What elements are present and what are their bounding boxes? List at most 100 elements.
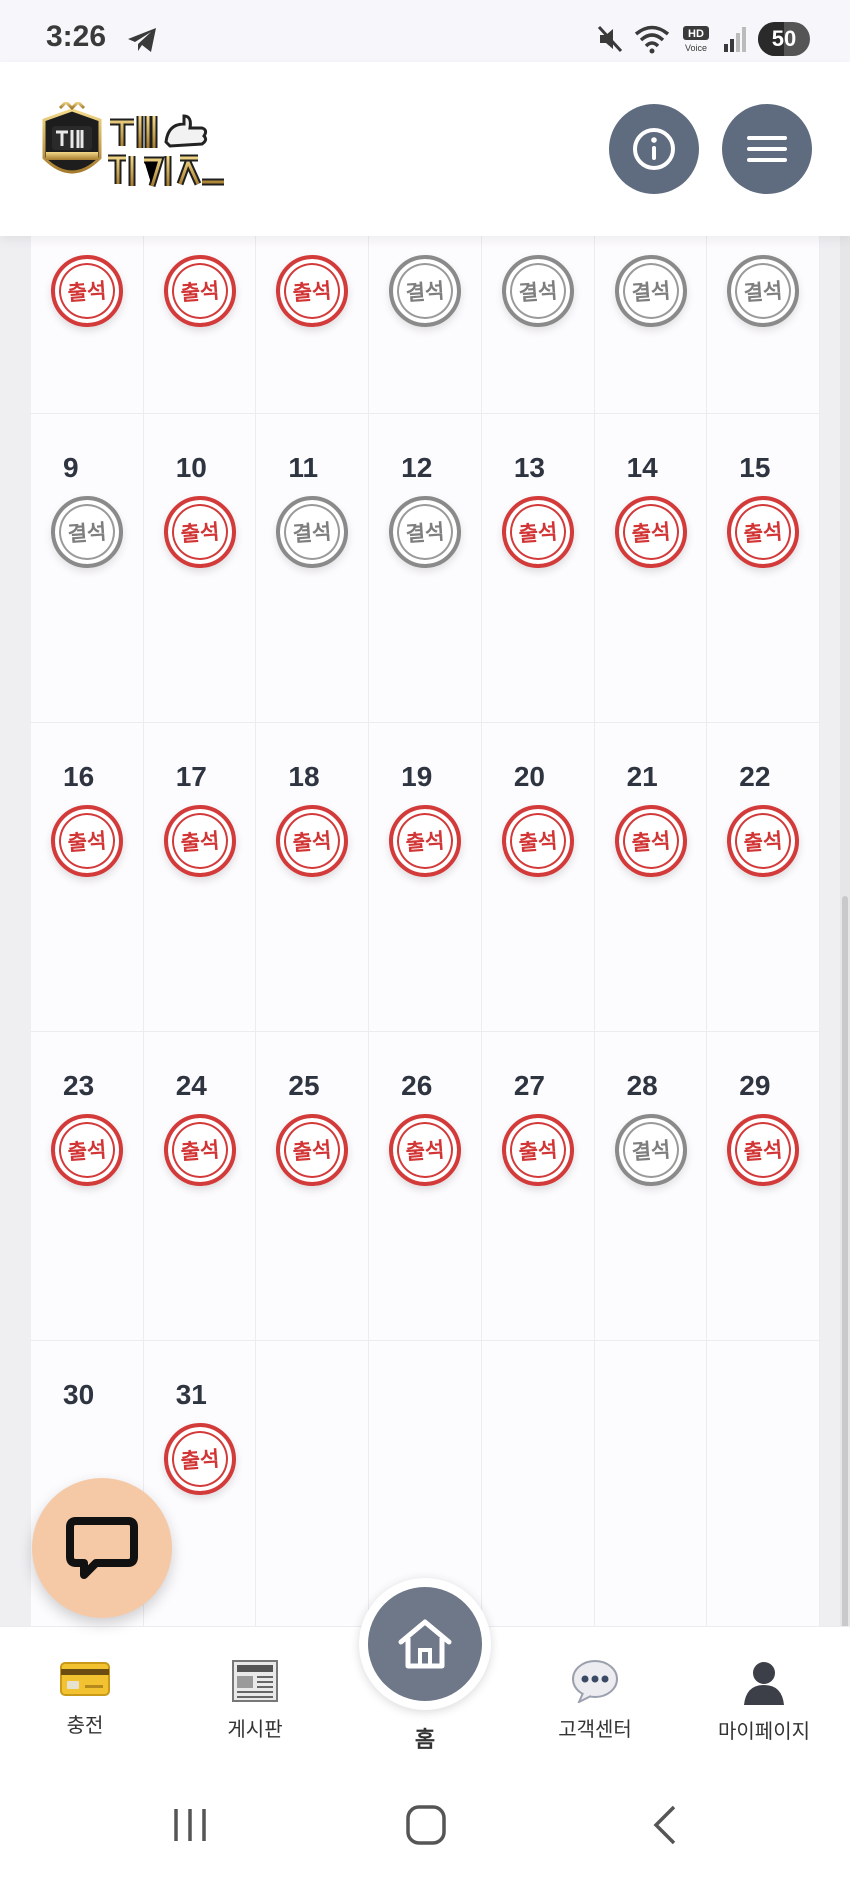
absent-stamp: 결석 — [499, 252, 577, 330]
mute-icon — [597, 25, 623, 53]
calendar-day-cell: 출석 — [143, 236, 257, 414]
credit-card-icon — [60, 1662, 110, 1696]
battery-level: 50 — [771, 26, 797, 51]
day-number: 18 — [288, 761, 320, 792]
day-number: 19 — [401, 761, 433, 792]
calendar-day-cell: 21 출석 — [594, 723, 708, 1032]
calendar-day-cell: 출석 — [256, 236, 370, 414]
calendar-day-cell: 27 출석 — [481, 1032, 595, 1341]
absent-stamp: 결석 — [386, 252, 464, 330]
nav-home-label: 홈 — [414, 1728, 436, 1753]
info-button[interactable] — [609, 104, 699, 194]
day-number: 31 — [175, 1379, 207, 1410]
nav-mypage[interactable]: 마이페이지 — [694, 1659, 834, 1744]
day-number: 20 — [513, 761, 545, 792]
present-stamp: 출석 — [499, 493, 577, 571]
calendar-day-cell — [482, 1341, 595, 1626]
present-stamp: 출석 — [386, 1111, 464, 1189]
present-stamp: 출석 — [724, 1111, 802, 1189]
chat-button[interactable] — [32, 1478, 172, 1618]
day-number: 29 — [739, 1070, 771, 1101]
calendar-day-cell — [707, 1341, 820, 1626]
scrollbar-thumb[interactable] — [842, 896, 848, 1626]
present-stamp: 출석 — [161, 252, 239, 330]
calendar-day-cell: 11 결석 — [256, 414, 370, 723]
calendar-day-cell: 12 결석 — [369, 414, 482, 723]
nav-charge[interactable]: 충전 — [15, 1659, 155, 1738]
nav-home-button[interactable] — [359, 1578, 491, 1710]
calendar-day-cell: 25 출석 — [256, 1032, 370, 1341]
calendar-day-cell — [595, 1341, 708, 1626]
app-logo[interactable] — [38, 102, 230, 198]
system-navigation-bar — [0, 1761, 850, 1889]
day-number: 10 — [175, 452, 207, 483]
user-icon — [744, 1662, 784, 1705]
app-header — [0, 62, 850, 236]
calendar-day-cell: 18 출석 — [256, 723, 370, 1032]
calendar-day-cell: 14 출석 — [594, 414, 708, 723]
status-time: 3:26 — [46, 20, 107, 53]
day-number: 30 — [63, 1379, 95, 1410]
day-number: 16 — [63, 761, 95, 792]
present-stamp: 출석 — [273, 252, 351, 330]
calendar-day-cell: 29 출석 — [707, 1032, 820, 1341]
hamburger-menu-icon — [747, 136, 787, 162]
hd-voice-icon: HD Voice — [683, 26, 709, 53]
svg-text:Voice: Voice — [685, 43, 707, 53]
svg-text:HD: HD — [688, 28, 704, 40]
day-number: 9 — [63, 452, 79, 483]
day-number: 27 — [513, 1070, 545, 1101]
present-stamp: 출석 — [499, 1111, 577, 1189]
day-number: 22 — [739, 761, 771, 792]
day-number: 14 — [626, 452, 658, 483]
battery-icon: 50 — [758, 22, 810, 56]
present-stamp: 출석 — [273, 802, 351, 880]
present-stamp: 출석 — [161, 1111, 239, 1189]
day-number: 26 — [401, 1070, 433, 1101]
present-stamp: 출석 — [612, 493, 689, 571]
present-stamp: 출석 — [499, 802, 577, 880]
chat-bubble-icon — [66, 1517, 138, 1579]
present-stamp: 출석 — [161, 493, 239, 571]
calendar-day-cell: 13 출석 — [481, 414, 595, 723]
recent-apps-icon[interactable] — [168, 1805, 212, 1845]
absent-stamp: 결석 — [48, 493, 126, 571]
day-number: 13 — [513, 452, 545, 483]
home-button-inner — [368, 1587, 482, 1701]
home-circle-icon[interactable] — [404, 1805, 448, 1845]
present-stamp: 출석 — [386, 802, 464, 880]
home-icon — [398, 1619, 452, 1669]
calendar-grid: 출석 출석 출석 결석 결석 결석 결석 9 결석 10 출석 11 결석 12 결석 13 출석 14 출석 15 출… — [31, 236, 820, 1626]
present-stamp: 출석 — [48, 802, 126, 880]
present-stamp: 출석 — [48, 252, 126, 330]
day-number: 25 — [288, 1070, 320, 1101]
newspaper-icon — [232, 1660, 278, 1702]
day-number: 15 — [739, 452, 771, 483]
status-icons: HD Voice 50 — [596, 20, 810, 58]
day-number: 28 — [626, 1070, 658, 1101]
present-stamp: 출석 — [724, 802, 802, 880]
day-number: 11 — [288, 452, 319, 483]
calendar-day-cell: 9 결석 — [31, 414, 144, 723]
calendar-day-cell: 26 출석 — [369, 1032, 482, 1341]
day-number: 17 — [175, 761, 207, 792]
calendar-day-cell: 결석 — [369, 236, 482, 414]
menu-button[interactable] — [722, 104, 812, 194]
signal-icon — [724, 27, 746, 52]
calendar-day-cell: 결석 — [481, 236, 595, 414]
present-stamp: 출석 — [273, 1111, 351, 1189]
present-stamp: 출석 — [612, 802, 689, 880]
absent-stamp: 결석 — [386, 493, 464, 571]
calendar-day-cell: 16 출석 — [31, 723, 144, 1032]
calendar-day-cell: 20 출석 — [481, 723, 595, 1032]
back-icon[interactable] — [648, 1805, 684, 1845]
calendar-day-cell — [256, 1341, 370, 1626]
calendar-day-cell: 19 출석 — [369, 723, 482, 1032]
nav-support[interactable]: 고객센터 — [525, 1659, 665, 1742]
nav-board[interactable]: 게시판 — [185, 1659, 325, 1742]
absent-stamp: 결석 — [273, 493, 351, 571]
calendar-day-cell: 24 출석 — [143, 1032, 257, 1341]
day-number: 23 — [63, 1070, 95, 1101]
present-stamp: 출석 — [48, 1111, 126, 1189]
attendance-calendar: 출석 출석 출석 결석 결석 결석 결석 9 결석 10 출석 11 결석 12 결석 13 출석 14 출석 15 출… — [0, 236, 850, 1626]
